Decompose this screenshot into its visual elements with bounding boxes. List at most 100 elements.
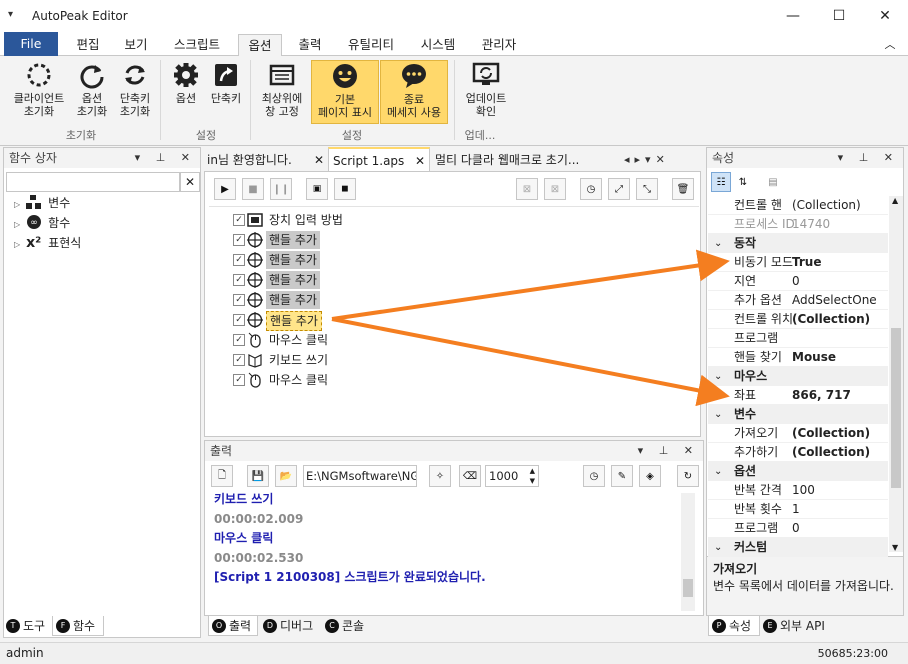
- tab-system[interactable]: 시스템: [412, 34, 464, 56]
- close-tab-icon[interactable]: ✕: [415, 149, 425, 173]
- property-value[interactable]: 14740: [792, 215, 830, 234]
- delete-icon[interactable]: 🗑: [672, 178, 694, 200]
- close-tab-icon[interactable]: ✕: [314, 149, 324, 171]
- property-row[interactable]: 핸들 찾기 Mouse: [708, 348, 888, 367]
- alphabetical-sort-icon[interactable]: ⇅: [733, 172, 753, 192]
- tree-node-function[interactable]: ▷ ∞ 함수: [14, 214, 70, 232]
- property-value[interactable]: True: [792, 253, 821, 272]
- panel-controls-icon[interactable]: ▾ ⊥ ✕: [638, 441, 699, 461]
- property-category[interactable]: ⌄ 동작: [708, 234, 888, 253]
- property-row[interactable]: 프로그램 0: [708, 519, 888, 538]
- property-value[interactable]: 1: [792, 500, 800, 519]
- property-row[interactable]: 지연 0: [708, 272, 888, 291]
- folder-icon[interactable]: 📂: [275, 465, 297, 487]
- item-checkbox[interactable]: ✓: [233, 374, 245, 386]
- item-checkbox[interactable]: ✓: [233, 274, 245, 286]
- property-value[interactable]: 100: [792, 481, 815, 500]
- scroll-down-icon[interactable]: ▼: [892, 543, 898, 552]
- property-row[interactable]: 비동기 모드 True: [708, 253, 888, 272]
- property-value[interactable]: (Collection): [792, 310, 870, 329]
- categorized-view-icon[interactable]: ☷: [711, 172, 731, 192]
- minimize-button[interactable]: —: [770, 0, 816, 32]
- pause-icon[interactable]: ❙❙: [270, 178, 292, 200]
- tab-debug[interactable]: D 디버그: [260, 616, 322, 636]
- tab-console[interactable]: C 콘솔: [322, 616, 372, 636]
- show-default-page-button[interactable]: 기본 페이지 표시: [311, 60, 379, 124]
- step-play-icon[interactable]: ▣: [306, 178, 328, 200]
- property-row[interactable]: 컨트롤 위치 (Collection): [708, 310, 888, 329]
- property-value[interactable]: 0: [792, 272, 800, 291]
- reset-options-button[interactable]: 옵션 초기화: [72, 60, 112, 118]
- doc-tab-welcome[interactable]: in님 환영합니다. ✕: [204, 149, 326, 171]
- item-checkbox[interactable]: ✓: [233, 254, 245, 266]
- close-button[interactable]: ✕: [862, 0, 908, 32]
- disabled-x-icon[interactable]: ⊠: [516, 178, 538, 200]
- tab-properties[interactable]: P 속성: [708, 616, 760, 636]
- tab-external-api[interactable]: E 외부 API: [760, 616, 832, 636]
- doc-tab-multi[interactable]: 멀티 다클라 웹매크로 초기...: [432, 149, 624, 171]
- clock-icon[interactable]: ◷: [580, 178, 602, 200]
- run-box-icon[interactable]: ◼: [334, 178, 356, 200]
- disabled-x2-icon[interactable]: ⊠: [544, 178, 566, 200]
- collapse-chevron-icon[interactable]: ⌄: [714, 405, 722, 424]
- reset-client-button[interactable]: 클라이언트 초기화: [6, 60, 72, 118]
- tab-edit[interactable]: 편집: [66, 34, 110, 56]
- tab-output[interactable]: 출력: [288, 34, 332, 56]
- property-value[interactable]: Mouse: [792, 348, 836, 367]
- tree-node-variable[interactable]: ▷ 변수: [14, 194, 70, 212]
- ribbon-collapse-icon[interactable]: ︿: [880, 34, 900, 56]
- property-value[interactable]: (Collection): [792, 443, 870, 462]
- output-scrollbar[interactable]: [681, 493, 695, 611]
- item-checkbox[interactable]: ✓: [233, 314, 245, 326]
- save-icon[interactable]: 💾: [247, 465, 269, 487]
- property-category[interactable]: ⌄ 커스텀: [708, 538, 888, 557]
- item-checkbox[interactable]: ✓: [233, 214, 245, 226]
- property-category[interactable]: ⌄ 변수: [708, 405, 888, 424]
- options-button[interactable]: 옵션: [166, 60, 206, 105]
- line-limit-stepper[interactable]: 1000 ▲ ▼: [485, 465, 539, 487]
- property-row[interactable]: 가져오기 (Collection): [708, 424, 888, 443]
- tab-file[interactable]: File: [4, 32, 58, 56]
- collapse-chevron-icon[interactable]: ⌄: [714, 234, 722, 253]
- check-update-button[interactable]: 업데이트 확인: [458, 60, 514, 118]
- property-value[interactable]: 866, 717: [792, 386, 851, 405]
- item-checkbox[interactable]: ✓: [233, 234, 245, 246]
- function-search-input[interactable]: [6, 172, 180, 192]
- new-file-icon[interactable]: 🗋: [211, 465, 233, 487]
- item-checkbox[interactable]: ✓: [233, 294, 245, 306]
- property-row[interactable]: 컨트롤 핸 (Collection): [708, 196, 888, 215]
- scroll-up-icon[interactable]: ▲: [892, 196, 898, 205]
- tab-tools[interactable]: T 도구: [3, 616, 51, 636]
- tab-options[interactable]: 옵션: [238, 34, 282, 57]
- collapse-all-icon[interactable]: ⤡: [636, 178, 658, 200]
- property-value[interactable]: 0: [792, 519, 800, 538]
- property-value[interactable]: (Collection): [792, 196, 861, 215]
- stop-icon[interactable]: ■: [242, 178, 264, 200]
- exit-message-button[interactable]: 종료 메세지 사용: [380, 60, 448, 124]
- property-row[interactable]: 반복 횟수 1: [708, 500, 888, 519]
- always-on-top-button[interactable]: 최상위에 창 고정: [254, 60, 310, 118]
- expand-icon[interactable]: ▷: [14, 220, 20, 229]
- property-row[interactable]: 프로그램: [708, 329, 888, 348]
- hotkeys-button[interactable]: 단축키: [206, 60, 246, 105]
- property-category[interactable]: ⌄ 마우스: [708, 367, 888, 386]
- eraser-icon[interactable]: ⌫: [459, 465, 481, 487]
- property-value[interactable]: AddSelectOne: [792, 291, 877, 310]
- refresh-icon[interactable]: ↻: [677, 465, 699, 487]
- property-row[interactable]: 추가하기 (Collection): [708, 443, 888, 462]
- play-icon[interactable]: ▶: [214, 178, 236, 200]
- panel-controls-icon[interactable]: ▾ ⊥ ✕: [838, 148, 899, 168]
- scrollbar-thumb[interactable]: [891, 328, 901, 488]
- reset-hotkeys-button[interactable]: 단축키 초기화: [114, 60, 156, 118]
- collapse-chevron-icon[interactable]: ⌄: [714, 367, 722, 386]
- property-row[interactable]: 프로세스 ID 14740: [708, 215, 888, 234]
- search-clear-button[interactable]: ✕: [180, 172, 200, 192]
- property-row[interactable]: 반복 간격 100: [708, 481, 888, 500]
- property-value[interactable]: (Collection): [792, 424, 870, 443]
- clock-icon[interactable]: ◷: [583, 465, 605, 487]
- maximize-button[interactable]: ☐: [816, 0, 862, 32]
- collapse-chevron-icon[interactable]: ⌄: [714, 538, 722, 557]
- scrollbar-thumb[interactable]: [683, 579, 693, 597]
- property-pages-icon[interactable]: ▤: [763, 172, 783, 192]
- expand-icon[interactable]: ▷: [14, 200, 20, 209]
